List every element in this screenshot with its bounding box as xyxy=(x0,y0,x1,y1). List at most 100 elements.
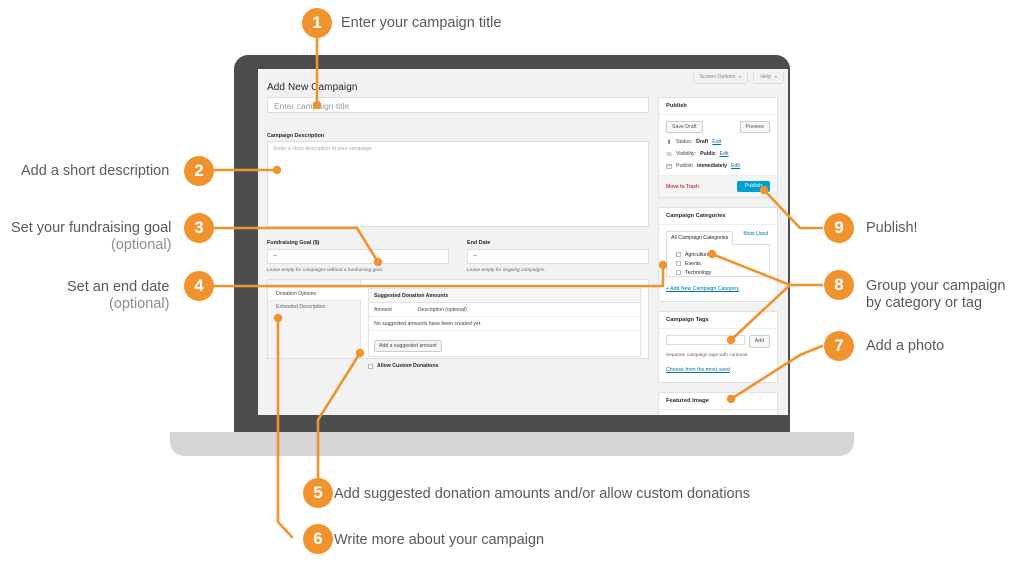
edit-schedule-link[interactable]: Edit xyxy=(731,163,740,169)
category-item[interactable]: Events xyxy=(667,259,769,268)
allow-custom-donations-checkbox[interactable] xyxy=(368,363,373,369)
callout-note-3-text: Set your fundraising goal xyxy=(11,220,172,236)
callout-note-9: Publish! xyxy=(866,220,918,236)
publish-metabox-title: Publish xyxy=(659,98,777,115)
callout-badge-5: 5 xyxy=(303,478,333,508)
publish-metabox: Publish Save Draft Preview Status: Draft… xyxy=(658,97,778,199)
categories-tablist: All Campaign Categories Most Used xyxy=(666,231,770,246)
column-description: Description (optional) xyxy=(417,306,467,313)
callout-note-8-line1: Group your campaign xyxy=(866,278,1006,294)
tag-entry-row: Add xyxy=(666,335,770,348)
tab-donation-options[interactable]: Donation Options xyxy=(268,287,361,301)
suggested-amounts-title: Suggested Donation Amounts xyxy=(369,289,640,303)
edit-status-link[interactable]: Edit xyxy=(712,139,721,145)
move-to-trash-link[interactable]: Move to Trash xyxy=(666,184,699,190)
add-tag-button[interactable]: Add xyxy=(748,335,770,348)
campaign-description-placeholder: Enter a short description of your campai… xyxy=(274,146,372,152)
callout-badge-3: 3 xyxy=(184,213,214,243)
screen-options-label: Screen Options xyxy=(699,73,736,80)
end-date-input[interactable] xyxy=(467,249,649,264)
eye-icon xyxy=(666,151,672,157)
campaign-description-textarea[interactable]: Enter a short description of your campai… xyxy=(267,141,649,227)
category-item[interactable]: Agriculture xyxy=(667,250,769,259)
preview-button[interactable]: Preview xyxy=(739,121,770,134)
callout-note-6: Write more about your campaign xyxy=(334,532,545,548)
publish-status-row: Status: Draft Edit xyxy=(666,139,770,145)
callout-note-5: Add suggested donation amounts and/or al… xyxy=(334,486,750,502)
publish-metabox-footer: Move to Trash Publish xyxy=(659,175,777,198)
category-label: Technology xyxy=(685,269,712,276)
laptop-base xyxy=(170,432,854,456)
add-suggested-amount-button[interactable]: Add a suggested amount xyxy=(374,340,442,352)
callout-note-3: Set your fundraising goal (optional) xyxy=(11,220,171,254)
save-draft-button[interactable]: Save Draft xyxy=(666,121,703,134)
choose-most-used-tags-link[interactable]: Choose from the most used xyxy=(666,367,730,373)
column-amount: Amount xyxy=(374,306,392,313)
tab-extended-description[interactable]: Extended Description xyxy=(268,301,360,313)
featured-image-body: Set featured image xyxy=(659,410,777,415)
callout-note-2: Add a short description xyxy=(21,163,170,179)
callout-badge-6: 6 xyxy=(303,524,333,554)
category-checkbox[interactable] xyxy=(676,252,681,258)
campaign-title-placeholder: Enter campaign title xyxy=(274,101,350,111)
allow-custom-donations-label: Allow Custom Donations xyxy=(377,363,439,369)
callout-badge-9: 9 xyxy=(824,213,854,243)
callout-note-4-text: Set an end date xyxy=(67,279,170,295)
callout-badge-1: 1 xyxy=(302,8,332,38)
fundraising-goal-input[interactable] xyxy=(267,249,449,264)
publish-visibility-row: Visibility: Public Edit xyxy=(666,151,770,157)
suggested-amounts-actions: Add a suggested amount xyxy=(369,331,640,356)
illustration-stage: Screen Options ▾ Help ▾ Add New Campaign… xyxy=(0,0,1024,564)
laptop-screen: Screen Options ▾ Help ▾ Add New Campaign… xyxy=(258,69,788,415)
category-label: Events xyxy=(685,260,701,267)
edit-visibility-link[interactable]: Edit xyxy=(720,151,729,157)
suggested-amounts-columns: Amount Description (optional) xyxy=(369,303,640,317)
campaign-description-label: Campaign Description xyxy=(267,133,325,139)
category-item[interactable]: Technology xyxy=(667,268,769,277)
publish-status-label: Status: xyxy=(676,139,693,146)
admin-topbar: Screen Options ▾ Help ▾ xyxy=(692,72,784,84)
suggested-amounts-table: Suggested Donation Amounts Amount Descri… xyxy=(368,288,641,357)
chevron-down-icon: ▾ xyxy=(739,74,742,80)
callout-badge-4: 4 xyxy=(184,271,214,301)
fundraising-goal-label: Fundraising Goal ($) xyxy=(267,240,320,246)
campaign-title-input[interactable]: Enter campaign title xyxy=(267,97,649,113)
callout-note-1: Enter your campaign title xyxy=(341,15,502,31)
category-checkbox[interactable] xyxy=(676,270,681,276)
category-checkbox[interactable] xyxy=(676,261,681,267)
callout-badge-8: 8 xyxy=(824,270,854,300)
campaign-categories-body: All Campaign Categories Most Used Agricu… xyxy=(659,225,777,301)
publish-metabox-body: Save Draft Preview Status: Draft Edit Vi… xyxy=(659,115,777,175)
donation-panel-tablist: Donation Options Extended Description xyxy=(268,280,361,358)
allow-custom-donations-row[interactable]: Allow Custom Donations xyxy=(368,363,641,369)
tab-all-campaign-categories[interactable]: All Campaign Categories xyxy=(666,231,734,246)
publish-button[interactable]: Publish xyxy=(736,181,770,193)
featured-image-metabox: Featured Image Set featured image xyxy=(658,391,778,415)
publish-visibility-value: Public xyxy=(700,151,716,158)
screen-options-button[interactable]: Screen Options ▾ xyxy=(692,72,749,84)
callout-note-3-optional: (optional) xyxy=(110,237,172,253)
chevron-down-icon: ▾ xyxy=(774,74,777,80)
pin-icon xyxy=(666,139,672,145)
add-new-campaign-category-link[interactable]: + Add New Campaign Category xyxy=(666,286,739,292)
campaign-tags-hint: Separate campaign tags with commas xyxy=(666,352,748,358)
end-date-hint: Leave empty for ongoing campaigns. xyxy=(467,268,546,273)
publish-visibility-label: Visibility: xyxy=(676,151,697,158)
callout-note-8: Group your campaign by category or tag xyxy=(866,278,1005,312)
page-title: Add New Campaign xyxy=(267,82,358,93)
campaign-categories-title: Campaign Categories xyxy=(659,208,777,226)
campaign-tags-input[interactable] xyxy=(666,335,745,346)
publish-schedule-row: Publish immediately Edit xyxy=(666,163,770,169)
callout-note-8-line2: by category or tag xyxy=(866,295,983,311)
donation-options-panel: Donation Options Extended Description Su… xyxy=(267,279,649,369)
campaign-categories-metabox: Campaign Categories All Campaign Categor… xyxy=(658,207,778,303)
tab-most-used[interactable]: Most Used xyxy=(743,231,768,244)
text-cursor xyxy=(273,255,277,256)
help-button[interactable]: Help ▾ xyxy=(753,72,784,84)
categories-checkbox-list[interactable]: Agriculture Events Technology xyxy=(666,245,770,278)
help-label: Help xyxy=(760,73,771,80)
publish-status-value: Draft xyxy=(696,139,709,146)
admin-sidebar: Publish Save Draft Preview Status: Draft… xyxy=(658,97,778,415)
featured-image-title: Featured Image xyxy=(659,393,777,410)
publish-actions-row: Save Draft Preview xyxy=(666,121,770,134)
